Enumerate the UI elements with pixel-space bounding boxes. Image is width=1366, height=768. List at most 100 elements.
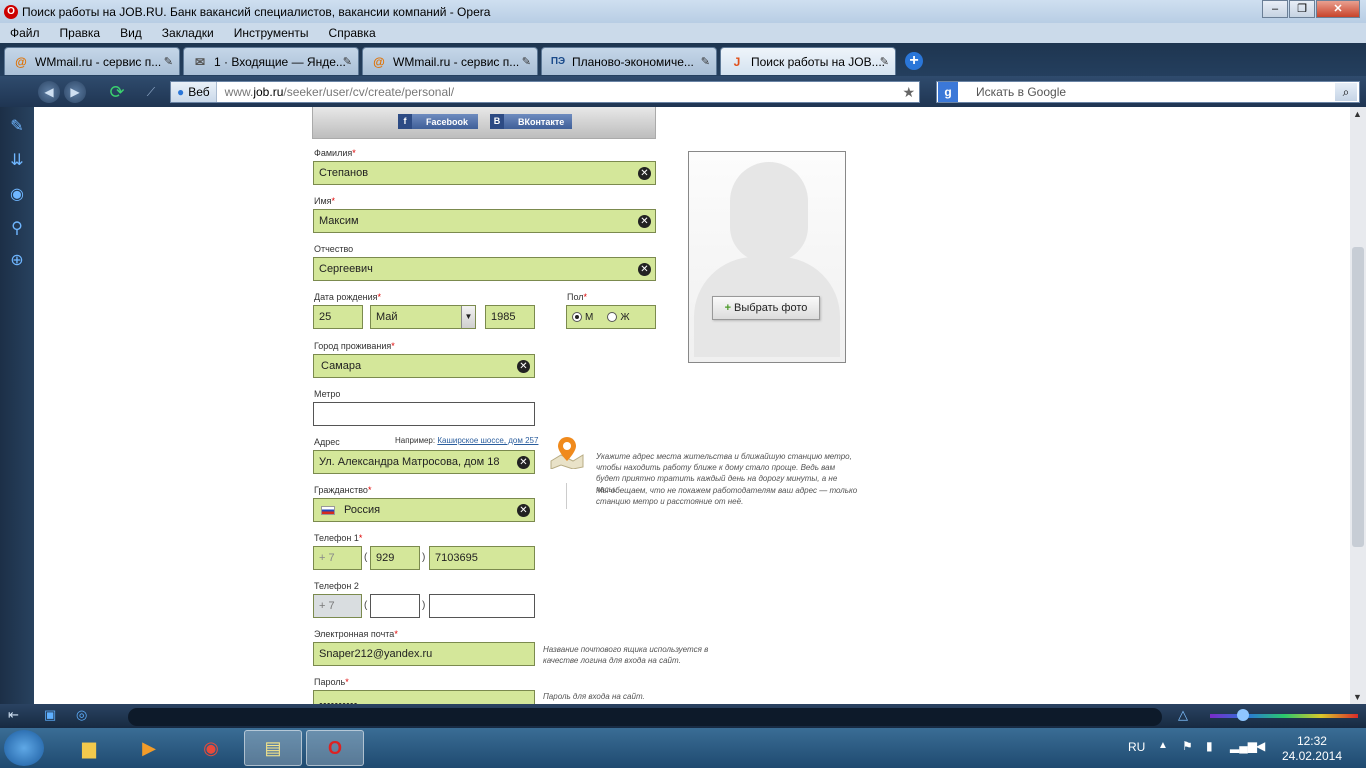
history-icon[interactable]: ◉ xyxy=(7,185,27,205)
birth-year-field[interactable]: 1985 xyxy=(485,305,535,329)
clear-icon[interactable]: ✕ xyxy=(517,456,530,469)
web-badge[interactable]: ● Веб xyxy=(171,82,217,102)
media-player-taskbar-icon[interactable]: ▶ xyxy=(120,730,178,766)
maximize-button[interactable]: ❐ xyxy=(1289,0,1315,18)
notes-icon[interactable]: ✎ xyxy=(7,117,27,137)
sticky-notes-taskbar-icon[interactable]: ▤ xyxy=(244,730,302,766)
add-panel-icon[interactable]: ⊕ xyxy=(7,251,27,271)
tab-close-icon[interactable]: ✎ xyxy=(343,55,352,68)
email-field[interactable]: Snaper212@yandex.ru xyxy=(313,642,535,666)
forward-button[interactable]: ▶ xyxy=(64,81,86,103)
tab-label: WMmail.ru - сервис п... xyxy=(35,54,162,69)
chrome-taskbar-icon[interactable]: ◉ xyxy=(182,730,240,766)
opera-taskbar-icon[interactable]: O xyxy=(306,730,364,766)
address-example: Например: Каширское шоссе, дом 257 xyxy=(395,436,538,445)
phone1-number-field[interactable]: 7103695 xyxy=(429,546,535,570)
view-icon[interactable]: △ xyxy=(1178,707,1188,723)
clear-icon[interactable]: ✕ xyxy=(638,167,651,180)
tab-close-icon[interactable]: ✎ xyxy=(522,55,531,68)
tile-icon[interactable]: ▣ xyxy=(44,707,56,723)
url-text[interactable]: www.job.ru/seeker/user/cv/create/persona… xyxy=(217,85,454,99)
name-field[interactable]: Максим ✕ xyxy=(313,209,656,233)
phone1-code-field[interactable]: 929 xyxy=(370,546,420,570)
tab-wmmail-2[interactable]: @ WMmail.ru - сервис п... ✎ xyxy=(362,47,538,75)
explorer-taskbar-icon[interactable]: ▆ xyxy=(60,730,118,766)
downloads-icon[interactable]: ⇊ xyxy=(7,151,27,171)
action-center-icon[interactable]: ⚑ xyxy=(1182,739,1193,753)
tab-yandex-inbox[interactable]: ✉ 1 · Входящие — Янде... ✎ xyxy=(183,47,359,75)
scroll-thumb[interactable] xyxy=(1352,247,1364,547)
surname-field[interactable]: Степанов ✕ xyxy=(313,161,656,185)
back-button[interactable]: ◀ xyxy=(38,81,60,103)
new-tab-button[interactable]: + xyxy=(905,52,923,70)
tab-close-icon[interactable]: ✎ xyxy=(880,55,889,68)
clock[interactable]: 12:32 24.02.2014 xyxy=(1282,734,1342,764)
birthdate-label: Дата рождения* xyxy=(314,292,382,302)
turbo-icon[interactable]: ◎ xyxy=(76,707,87,723)
metro-field[interactable] xyxy=(313,402,535,426)
choose-photo-button[interactable]: + Выбрать фото xyxy=(712,296,820,320)
facebook-button[interactable]: f Facebook xyxy=(398,114,478,129)
menu-help[interactable]: Справка xyxy=(319,26,386,40)
phone1-code-value: 929 xyxy=(376,552,395,564)
tab-close-icon[interactable]: ✎ xyxy=(701,55,710,68)
phone2-country-field[interactable]: + 7 xyxy=(313,594,362,618)
phone1-country-field[interactable]: + 7 xyxy=(313,546,362,570)
panel-toggle-icon[interactable]: ⇤ xyxy=(8,707,19,723)
gender-female-radio[interactable] xyxy=(607,312,618,322)
language-indicator[interactable]: RU xyxy=(1128,740,1145,754)
bookmark-star-icon[interactable]: ★ xyxy=(902,84,915,101)
address-bar[interactable]: ● Веб www.job.ru/seeker/user/cv/create/pe… xyxy=(170,81,920,103)
zoom-slider[interactable] xyxy=(1210,714,1358,718)
battery-icon[interactable]: ▮ xyxy=(1206,739,1213,753)
search-panel-icon[interactable]: ⚲ xyxy=(7,219,27,239)
photo-placeholder: + Выбрать фото xyxy=(688,151,846,363)
birth-day-field[interactable]: 25 xyxy=(313,305,363,329)
phone2-number-field[interactable] xyxy=(429,594,535,618)
vertical-scrollbar[interactable]: ▲ ▼ xyxy=(1350,107,1366,704)
reload-button[interactable]: ⟳ xyxy=(106,81,128,103)
address-example-link[interactable]: Каширское шоссе, дом 257 xyxy=(437,436,538,445)
volume-icon[interactable]: ◀ xyxy=(1256,739,1265,753)
gender-male-radio[interactable] xyxy=(572,312,582,322)
clear-icon[interactable]: ✕ xyxy=(517,504,530,517)
web-label: Веб xyxy=(188,85,210,99)
clear-icon[interactable]: ✕ xyxy=(638,263,651,276)
tab-jobru[interactable]: J Поиск работы на JOB.... ✎ xyxy=(720,47,896,75)
address-field[interactable]: Ул. Александра Матросова, дом 18 ✕ xyxy=(313,450,535,474)
scroll-up-icon[interactable]: ▲ xyxy=(1353,109,1362,119)
menu-file[interactable]: Файл xyxy=(0,26,50,40)
vkontakte-label: ВКонтакте xyxy=(518,116,565,127)
scroll-down-icon[interactable]: ▼ xyxy=(1353,692,1362,702)
network-icon[interactable]: ▂▄▆ xyxy=(1230,739,1257,753)
patronymic-field[interactable]: Сергеевич ✕ xyxy=(313,257,656,281)
tab-planning[interactable]: ПЭ Планово-экономиче... ✎ xyxy=(541,47,717,75)
address-note-2: Мы обещаем, что не покажем работодателям… xyxy=(596,486,858,506)
minimize-button[interactable]: – xyxy=(1262,0,1288,18)
search-box[interactable]: g Искать в Google ⌕ xyxy=(936,81,1360,103)
password-field[interactable]: •••••••••• xyxy=(313,690,535,704)
dropdown-arrow-icon[interactable]: ▼ xyxy=(461,306,475,328)
tray-expand-icon[interactable]: ▲ xyxy=(1158,740,1168,751)
close-button[interactable]: ✕ xyxy=(1316,0,1360,18)
city-field[interactable]: Самара ✕ xyxy=(313,354,535,378)
tab-bar: @ WMmail.ru - сервис п... ✎ ✉ 1 · Входящ… xyxy=(0,43,1366,76)
start-button[interactable] xyxy=(4,730,44,766)
citizenship-field[interactable]: Россия ✕ xyxy=(313,498,535,522)
surname-label: Фамилия* xyxy=(314,148,356,158)
google-icon[interactable]: g xyxy=(938,82,958,102)
tab-close-icon[interactable]: ✎ xyxy=(164,55,173,68)
birth-month-select[interactable]: Май ▼ xyxy=(370,305,476,329)
menu-bookmarks[interactable]: Закладки xyxy=(152,26,224,40)
clear-icon[interactable]: ✕ xyxy=(638,215,651,228)
tab-wmmail-1[interactable]: @ WMmail.ru - сервис п... ✎ xyxy=(4,47,180,75)
phone2-code-field[interactable] xyxy=(370,594,420,618)
wand-button[interactable]: ⟋ xyxy=(140,81,162,103)
menu-tools[interactable]: Инструменты xyxy=(224,26,319,40)
menu-view[interactable]: Вид xyxy=(110,26,152,40)
menu-edit[interactable]: Правка xyxy=(50,26,111,40)
search-icon[interactable]: ⌕ xyxy=(1335,83,1357,101)
clear-icon[interactable]: ✕ xyxy=(517,360,530,373)
vkontakte-button[interactable]: В ВКонтакте xyxy=(490,114,572,129)
zoom-slider-thumb[interactable] xyxy=(1237,709,1249,721)
